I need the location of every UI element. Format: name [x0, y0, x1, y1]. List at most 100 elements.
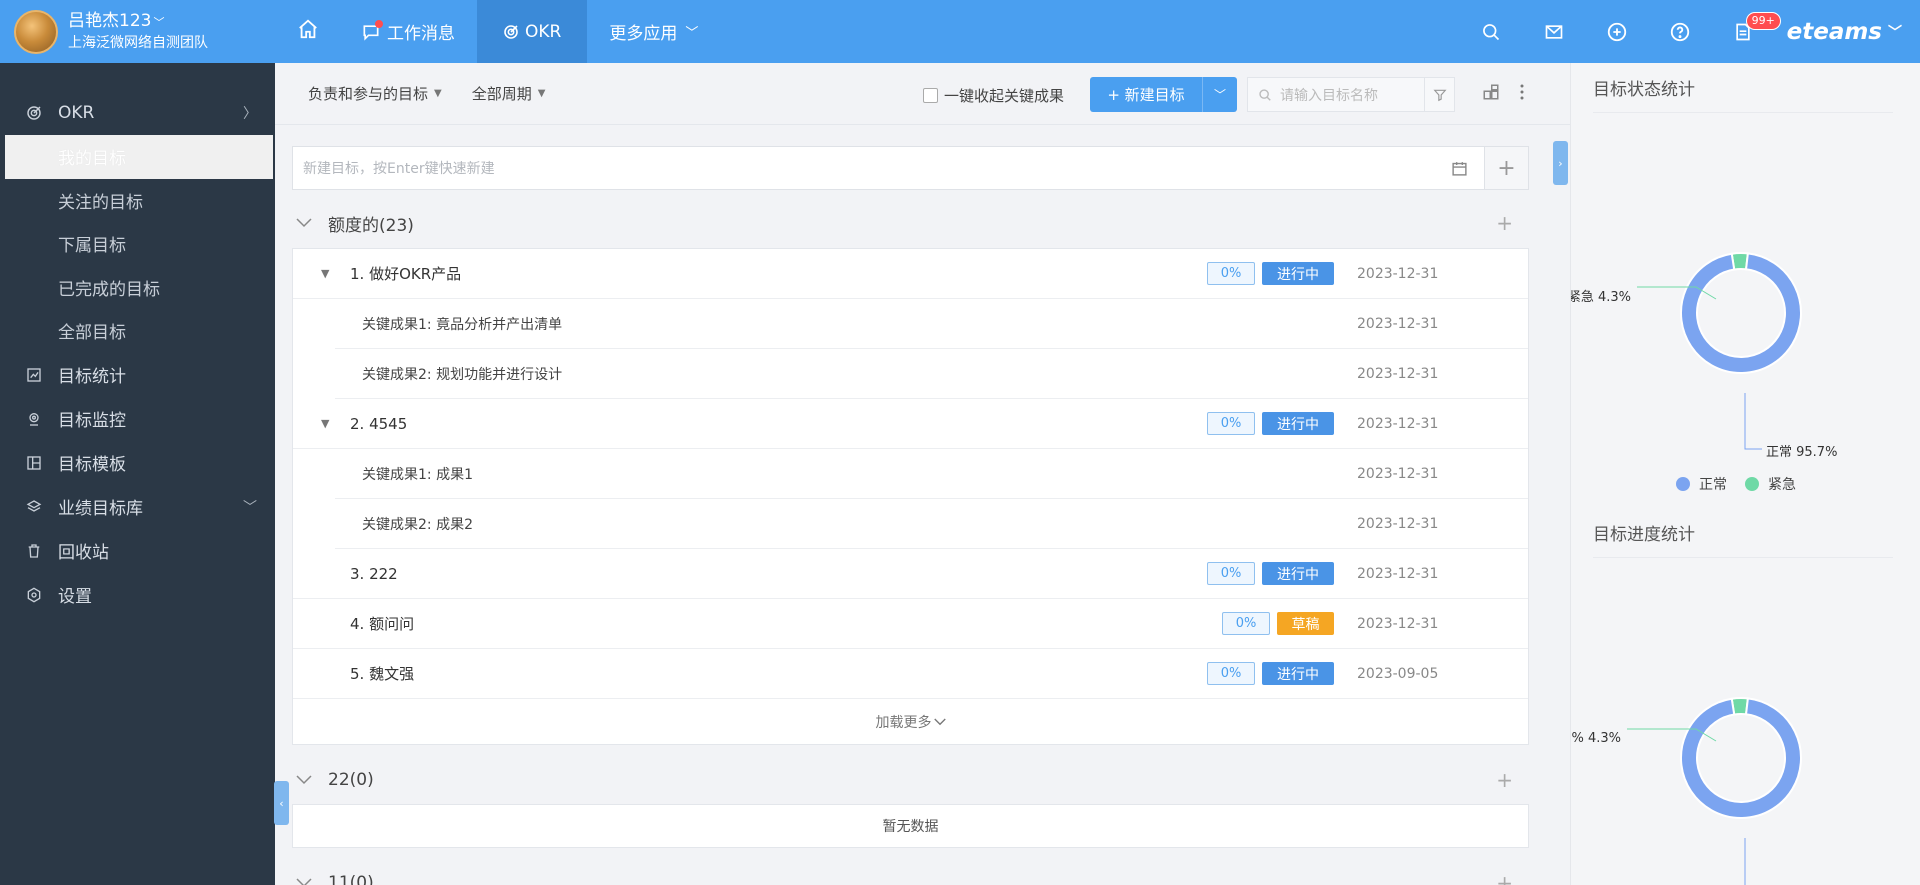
- key-result-title[interactable]: 关键成果2: 成果2: [362, 514, 473, 534]
- filter-icon[interactable]: [1425, 77, 1455, 112]
- mail-icon[interactable]: [1523, 0, 1586, 63]
- chevron-down-icon[interactable]: ﹀: [153, 16, 164, 29]
- notification-badge: 99+: [1745, 12, 1781, 30]
- sidebar-item-statistics[interactable]: 目标统计: [0, 353, 275, 397]
- add-button[interactable]: +: [1484, 147, 1528, 189]
- checkbox[interactable]: [923, 88, 938, 103]
- sidebar-item-subordinate-objectives[interactable]: 下属目标: [0, 222, 275, 266]
- add-objective-icon[interactable]: +: [1496, 871, 1513, 885]
- scope-filter-dropdown[interactable]: 负责和参与的目标 ▼: [308, 83, 442, 104]
- chevron-down-icon[interactable]: [296, 218, 316, 228]
- key-result-title[interactable]: 关键成果2: 规划功能并进行设计: [362, 364, 562, 384]
- objective-group-header[interactable]: 11(0) +: [292, 863, 1529, 885]
- library-icon: [26, 499, 42, 515]
- sidebar-item-label: 关注的目标: [58, 192, 143, 213]
- caret-down-icon[interactable]: ▼: [321, 267, 329, 280]
- due-date: 2023-09-05: [1357, 665, 1439, 682]
- key-result-row[interactable]: 关键成果1: 成果1 2023-12-31: [335, 449, 1528, 499]
- progress-badge: 0%: [1207, 662, 1255, 685]
- brand-logo[interactable]: eteams ﹀: [1775, 19, 1920, 45]
- sidebar-item-completed-objectives[interactable]: 已完成的目标: [0, 266, 275, 310]
- key-result-row[interactable]: 关键成果1: 竟品分析并产出清单 2023-12-31: [335, 299, 1528, 349]
- notification-icon[interactable]: 99+: [1712, 0, 1781, 63]
- scope-filter-label: 负责和参与的目标: [308, 85, 429, 103]
- key-result-title[interactable]: 关键成果1: 成果1: [362, 464, 473, 484]
- legend-item-normal[interactable]: 正常: [1676, 474, 1727, 494]
- sidebar-item-recycle-bin[interactable]: 回收站: [0, 529, 275, 573]
- user-profile[interactable]: 吕艳杰123 ﹀ 上海泛微网络自测团队: [0, 0, 275, 63]
- chevron-down-icon[interactable]: ﹀: [1202, 77, 1237, 112]
- status-badge: 进行中: [1262, 662, 1334, 685]
- objective-row[interactable]: 4. 额问问 0% 草稿 2023-12-31: [293, 599, 1528, 649]
- chevron-down-icon[interactable]: [296, 878, 316, 885]
- sidebar-item-followed-objectives[interactable]: 关注的目标: [0, 179, 275, 223]
- objective-title[interactable]: 2. 4545: [350, 415, 407, 433]
- caret-down-icon: ▼: [434, 88, 442, 99]
- quick-new-objective-input[interactable]: 新建目标，按Enter键快速新建 +: [292, 146, 1529, 190]
- legend-item-urgent[interactable]: 紧急: [1745, 474, 1796, 494]
- objective-group-header[interactable]: 额度的(23) +: [292, 203, 1529, 243]
- objective-row[interactable]: 3. 222 0% 进行中 2023-12-31: [293, 549, 1528, 599]
- due-date: 2023-12-31: [1357, 465, 1439, 482]
- calendar-icon[interactable]: [1451, 160, 1468, 177]
- help-icon[interactable]: [1649, 0, 1712, 63]
- nav-home[interactable]: [275, 0, 339, 63]
- objective-title[interactable]: 4. 额问问: [350, 613, 414, 634]
- sidebar-item-templates[interactable]: 目标模板: [0, 441, 275, 485]
- label-leader-line: [1744, 393, 1762, 450]
- nav-messages-label: 工作消息: [387, 24, 455, 44]
- objective-title[interactable]: 5. 魏文强: [350, 663, 414, 684]
- nav-messages[interactable]: 工作消息: [339, 0, 477, 63]
- objective-table: ▼ 1. 做好OKR产品 0% 进行中 2023-12-31 关键成果1: 竟品…: [292, 248, 1529, 745]
- load-more-button[interactable]: 加载更多: [293, 699, 1528, 744]
- sidebar-item-okr[interactable]: OKR 〉: [0, 91, 275, 135]
- status-badge: 草稿: [1277, 612, 1334, 635]
- nav-more-apps[interactable]: 更多应用 ﹀: [587, 0, 720, 63]
- donut-slice-0-20%[interactable]: [1680, 697, 1802, 819]
- add-objective-icon[interactable]: +: [1496, 768, 1513, 792]
- layout-icon[interactable]: [1482, 83, 1500, 101]
- chart-legend: 正常 紧急: [1676, 474, 1814, 494]
- sidebar-item-settings[interactable]: 设置: [0, 573, 275, 617]
- due-date: 2023-12-31: [1357, 565, 1439, 582]
- add-circle-icon[interactable]: [1586, 0, 1649, 63]
- period-filter-dropdown[interactable]: 全部周期 ▼: [472, 83, 546, 104]
- sidebar: OKR 〉 我的目标 关注的目标 下属目标 已完成的目标 全部目标 目标统计 目…: [0, 63, 275, 885]
- template-icon: [26, 455, 42, 471]
- search-input[interactable]: 请输入目标名称: [1247, 77, 1425, 112]
- sidebar-collapse-handle[interactable]: ‹: [274, 781, 289, 825]
- key-result-title[interactable]: 关键成果1: 竟品分析并产出清单: [362, 314, 562, 334]
- new-objective-button[interactable]: + 新建目标 ﹀: [1090, 77, 1237, 112]
- objective-row[interactable]: ▼ 2. 4545 0% 进行中 2023-12-31: [293, 399, 1528, 449]
- collapse-key-results-checkbox[interactable]: 一键收起关键成果: [923, 85, 1064, 106]
- objective-title[interactable]: 3. 222: [350, 565, 398, 583]
- chevron-down-icon[interactable]: [296, 775, 316, 785]
- slice-label: 紧急 4.3%: [1571, 290, 1631, 305]
- nav-more-apps-label: 更多应用: [609, 24, 678, 44]
- chevron-down-icon[interactable]: ﹀: [1888, 22, 1902, 42]
- user-name[interactable]: 吕艳杰123: [68, 11, 151, 31]
- sidebar-item-library[interactable]: 业绩目标库 ﹀: [0, 485, 275, 529]
- objective-title[interactable]: 1. 做好OKR产品: [350, 263, 461, 284]
- chevron-down-icon: ﹀: [243, 499, 257, 516]
- objective-group-header[interactable]: 22(0) +: [292, 760, 1529, 800]
- sidebar-item-my-objectives[interactable]: 我的目标: [5, 135, 273, 179]
- new-objective-label[interactable]: + 新建目标: [1090, 84, 1202, 105]
- due-date: 2023-12-31: [1357, 315, 1439, 332]
- due-date: 2023-12-31: [1357, 615, 1439, 632]
- objective-row[interactable]: ▼ 1. 做好OKR产品 0% 进行中 2023-12-31: [293, 249, 1528, 299]
- objective-row[interactable]: 5. 魏文强 0% 进行中 2023-09-05: [293, 649, 1528, 699]
- right-panel-toggle-handle[interactable]: ›: [1553, 141, 1568, 185]
- home-icon[interactable]: [297, 18, 319, 45]
- nav-okr[interactable]: OKR: [477, 0, 588, 63]
- sidebar-item-monitor[interactable]: 目标监控: [0, 397, 275, 441]
- donut-slice-正常[interactable]: [1680, 252, 1802, 374]
- avatar[interactable]: [14, 9, 58, 54]
- caret-down-icon[interactable]: ▼: [321, 417, 329, 430]
- add-objective-icon[interactable]: +: [1496, 211, 1513, 235]
- search-icon[interactable]: [1460, 0, 1523, 63]
- key-result-row[interactable]: 关键成果2: 成果2 2023-12-31: [335, 499, 1528, 549]
- more-vertical-icon[interactable]: [1519, 83, 1525, 101]
- sidebar-item-all-objectives[interactable]: 全部目标: [0, 309, 275, 353]
- key-result-row[interactable]: 关键成果2: 规划功能并进行设计 2023-12-31: [335, 349, 1528, 399]
